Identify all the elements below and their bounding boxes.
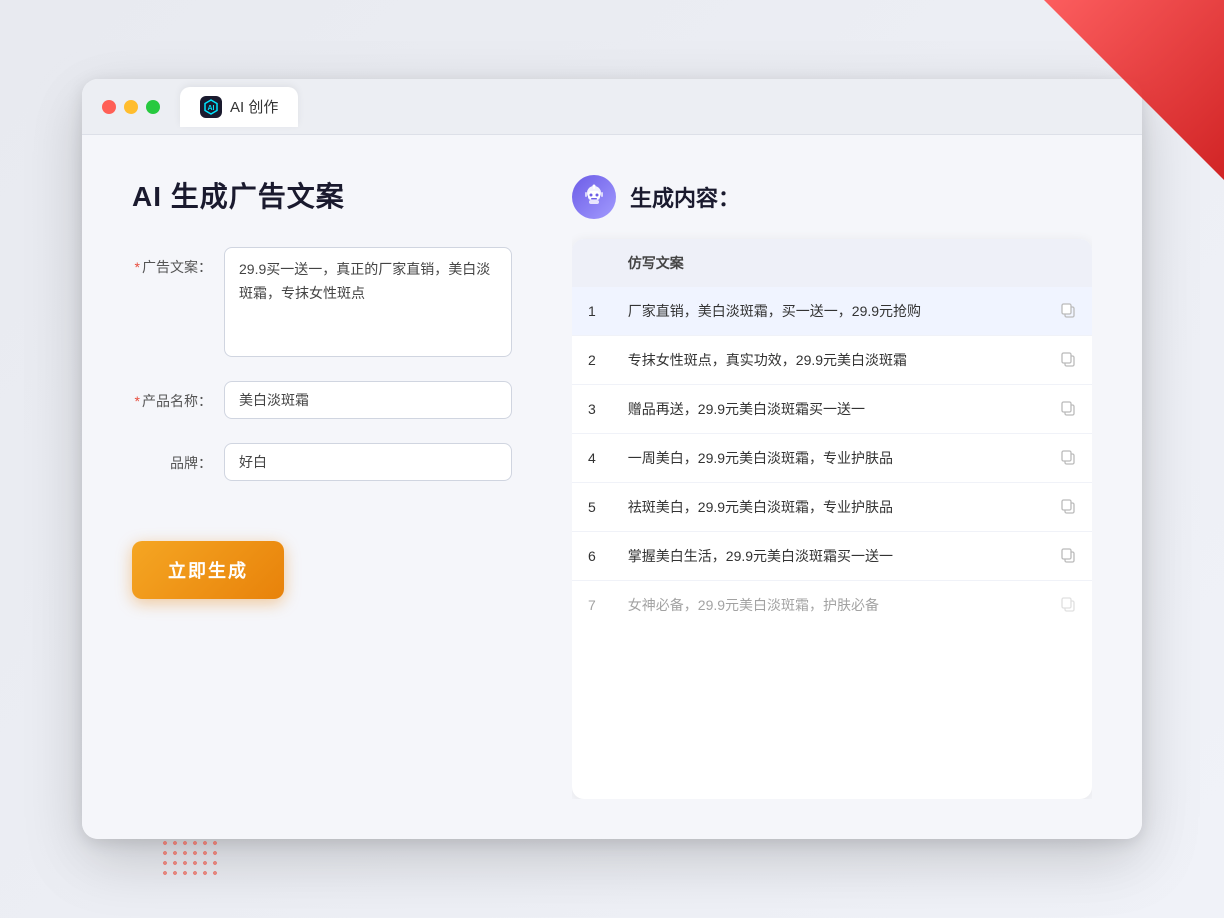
traffic-lights bbox=[102, 100, 160, 114]
row-index: 5 bbox=[572, 483, 612, 532]
table-header-copy: 仿写文案 bbox=[612, 239, 1030, 287]
copy-button[interactable] bbox=[1030, 532, 1092, 581]
left-panel: AI 生成广告文案 *广告文案： 29.9买一送一，真正的厂家直销，美白淡斑霜，… bbox=[132, 175, 512, 799]
copy-button[interactable] bbox=[1030, 483, 1092, 532]
row-index: 1 bbox=[572, 287, 612, 336]
result-title: 生成内容： bbox=[630, 181, 740, 213]
result-header: 生成内容： bbox=[572, 175, 1092, 219]
maximize-button[interactable] bbox=[146, 100, 160, 114]
required-star-ad-copy: * bbox=[135, 259, 140, 275]
tab-ai-icon: AI bbox=[200, 96, 222, 118]
results-container: 仿写文案 1 厂家直销，美白淡斑霜，买一送一，29.9元抢购 2 专抹女性斑点，… bbox=[572, 239, 1092, 799]
copy-button[interactable] bbox=[1030, 581, 1092, 630]
browser-window: AI AI 创作 AI 生成广告文案 *广告文案： 29.9买一送一，真正的厂家… bbox=[82, 79, 1142, 839]
table-row: 7 女神必备，29.9元美白淡斑霜，护肤必备 bbox=[572, 581, 1092, 630]
svg-text:AI: AI bbox=[208, 105, 215, 112]
table-row: 1 厂家直销，美白淡斑霜，买一送一，29.9元抢购 bbox=[572, 287, 1092, 336]
form-group-product-name: *产品名称： bbox=[132, 381, 512, 419]
table-header-index bbox=[572, 239, 612, 287]
form-group-brand: 品牌： bbox=[132, 443, 512, 481]
close-button[interactable] bbox=[102, 100, 116, 114]
table-header-action bbox=[1030, 239, 1092, 287]
table-row: 3 赠品再送，29.9元美白淡斑霜买一送一 bbox=[572, 385, 1092, 434]
row-text: 掌握美白生活，29.9元美白淡斑霜买一送一 bbox=[612, 532, 1030, 581]
title-bar: AI AI 创作 bbox=[82, 79, 1142, 135]
row-text: 厂家直销，美白淡斑霜，买一送一，29.9元抢购 bbox=[612, 287, 1030, 336]
row-text: 专抹女性斑点，真实功效，29.9元美白淡斑霜 bbox=[612, 336, 1030, 385]
row-index: 6 bbox=[572, 532, 612, 581]
row-index: 7 bbox=[572, 581, 612, 630]
ad-copy-input[interactable]: 29.9买一送一，真正的厂家直销，美白淡斑霜，专抹女性斑点 bbox=[224, 247, 512, 357]
row-index: 4 bbox=[572, 434, 612, 483]
minimize-button[interactable] bbox=[124, 100, 138, 114]
label-brand: 品牌： bbox=[132, 443, 212, 473]
table-header-row: 仿写文案 bbox=[572, 239, 1092, 287]
right-panel: 生成内容： 仿写文案 1 厂家直销，美白淡斑霜，买一送一，29.9元抢购 bbox=[572, 175, 1092, 799]
browser-tab[interactable]: AI AI 创作 bbox=[180, 87, 298, 127]
brand-input[interactable] bbox=[224, 443, 512, 481]
generate-button[interactable]: 立即生成 bbox=[132, 541, 284, 599]
page-title: AI 生成广告文案 bbox=[132, 175, 512, 215]
copy-button[interactable] bbox=[1030, 336, 1092, 385]
row-text: 赠品再送，29.9元美白淡斑霜买一送一 bbox=[612, 385, 1030, 434]
row-index: 2 bbox=[572, 336, 612, 385]
label-ad-copy: *广告文案： bbox=[132, 247, 212, 277]
product-name-input[interactable] bbox=[224, 381, 512, 419]
required-star-product: * bbox=[135, 393, 140, 409]
copy-button[interactable] bbox=[1030, 385, 1092, 434]
table-row: 4 一周美白，29.9元美白淡斑霜，专业护肤品 bbox=[572, 434, 1092, 483]
tab-label: AI 创作 bbox=[230, 96, 278, 117]
row-index: 3 bbox=[572, 385, 612, 434]
row-text: 女神必备，29.9元美白淡斑霜，护肤必备 bbox=[612, 581, 1030, 630]
main-content: AI 生成广告文案 *广告文案： 29.9买一送一，真正的厂家直销，美白淡斑霜，… bbox=[82, 135, 1142, 839]
table-row: 2 专抹女性斑点，真实功效，29.9元美白淡斑霜 bbox=[572, 336, 1092, 385]
results-table: 仿写文案 1 厂家直销，美白淡斑霜，买一送一，29.9元抢购 2 专抹女性斑点，… bbox=[572, 239, 1092, 629]
table-row: 5 祛斑美白，29.9元美白淡斑霜，专业护肤品 bbox=[572, 483, 1092, 532]
decorative-dots bbox=[160, 838, 220, 878]
row-text: 祛斑美白，29.9元美白淡斑霜，专业护肤品 bbox=[612, 483, 1030, 532]
row-text: 一周美白，29.9元美白淡斑霜，专业护肤品 bbox=[612, 434, 1030, 483]
form-group-ad-copy: *广告文案： 29.9买一送一，真正的厂家直销，美白淡斑霜，专抹女性斑点 bbox=[132, 247, 512, 357]
copy-button[interactable] bbox=[1030, 434, 1092, 483]
copy-button[interactable] bbox=[1030, 287, 1092, 336]
label-product-name: *产品名称： bbox=[132, 381, 212, 411]
table-row: 6 掌握美白生活，29.9元美白淡斑霜买一送一 bbox=[572, 532, 1092, 581]
robot-icon bbox=[572, 175, 616, 219]
